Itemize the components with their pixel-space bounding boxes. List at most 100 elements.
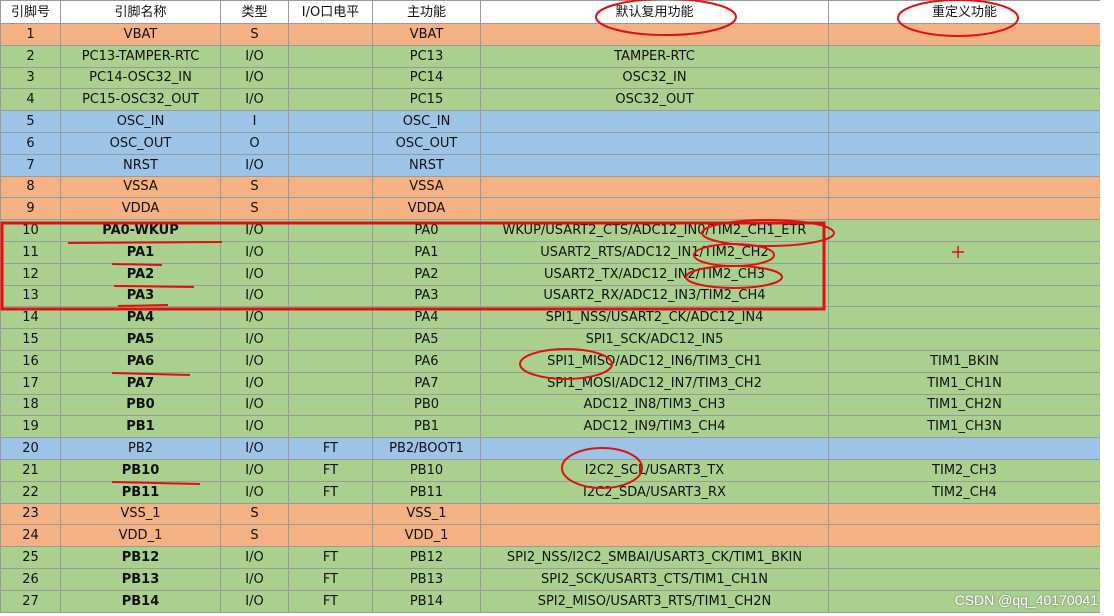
main-function-cell: PA1 bbox=[372, 240, 481, 264]
default-alt-function-cell: TAMPER-RTC bbox=[480, 44, 829, 68]
pin-type-cell: S bbox=[220, 23, 289, 46]
table-row: 7 NRST I/O NRST bbox=[0, 153, 1101, 177]
remap-function-cell bbox=[828, 328, 1101, 351]
remap-function-cell bbox=[828, 524, 1101, 548]
io-level-cell bbox=[288, 393, 373, 417]
pin-type-cell: I/O bbox=[220, 371, 289, 395]
pin-name-cell: VBAT bbox=[60, 23, 221, 46]
main-function-cell: VDD_1 bbox=[372, 524, 481, 548]
pin-name-cell: PA4 bbox=[60, 306, 221, 330]
remap-function-cell: TIM1_CH3N bbox=[828, 415, 1101, 439]
main-function-cell: PB13 bbox=[372, 567, 481, 591]
column-header: 类型 bbox=[220, 0, 289, 24]
io-level-cell: FT bbox=[288, 458, 373, 482]
pin-number-cell: 21 bbox=[0, 458, 61, 482]
pin-number-cell: 1 bbox=[0, 23, 61, 46]
pin-name-cell: PA3 bbox=[60, 284, 221, 308]
pin-name-cell: PC13-TAMPER-RTC bbox=[60, 44, 221, 68]
pin-name-cell: NRST bbox=[60, 153, 221, 177]
pin-name-cell: OSC_IN bbox=[60, 110, 221, 133]
pin-name-cell: PA5 bbox=[60, 328, 221, 351]
pin-number-cell: 23 bbox=[0, 502, 61, 526]
main-function-cell: PA4 bbox=[372, 306, 481, 330]
pin-type-cell: I/O bbox=[220, 567, 289, 591]
remap-function-cell bbox=[828, 546, 1101, 569]
io-level-cell: FT bbox=[288, 546, 373, 569]
default-alt-function-cell: SPI2_MISO/USART3_RTS/TIM1_CH2N bbox=[480, 589, 829, 613]
pin-number-cell: 6 bbox=[0, 131, 61, 155]
pin-number-cell: 18 bbox=[0, 393, 61, 417]
pin-name-cell: PB10 bbox=[60, 458, 221, 482]
pin-number-cell: 13 bbox=[0, 284, 61, 308]
table-row: 18 PB0 I/O PB0 ADC12_IN8/TIM3_CH3 TIM1_CH2N bbox=[0, 393, 1101, 417]
remap-function-cell: TIM2_CH4 bbox=[828, 480, 1101, 504]
pin-type-cell: S bbox=[220, 502, 289, 526]
pin-number-cell: 14 bbox=[0, 306, 61, 330]
pin-number-cell: 3 bbox=[0, 66, 61, 90]
table-row: 24 VDD_1 S VDD_1 bbox=[0, 524, 1101, 548]
io-level-cell bbox=[288, 328, 373, 351]
pin-name-cell: VSS_1 bbox=[60, 502, 221, 526]
pin-name-cell: PA7 bbox=[60, 371, 221, 395]
main-function-cell: PA7 bbox=[372, 371, 481, 395]
pin-type-cell: I/O bbox=[220, 66, 289, 90]
table-row: 22 PB11 I/O FT PB11 I2C2_SDA/USART3_RX TIM2_CH… bbox=[0, 480, 1101, 504]
main-function-cell: PC15 bbox=[372, 88, 481, 112]
main-function-cell: PB11 bbox=[372, 480, 481, 504]
default-alt-function-cell: I2C2_SDA/USART3_RX bbox=[480, 480, 829, 504]
io-level-cell bbox=[288, 306, 373, 330]
pin-number-cell: 11 bbox=[0, 240, 61, 264]
main-function-cell: PA5 bbox=[372, 328, 481, 351]
default-alt-function-cell: USART2_RTS/ADC12_IN1/TIM2_CH2 bbox=[480, 240, 829, 264]
table-row: 15 PA5 I/O PA5 SPI1_SCK/ADC12_IN5 bbox=[0, 328, 1101, 351]
default-alt-function-cell bbox=[480, 197, 829, 221]
pin-name-cell: VSSA bbox=[60, 175, 221, 199]
main-function-cell: PC14 bbox=[372, 66, 481, 90]
pin-type-cell: I/O bbox=[220, 219, 289, 242]
pin-number-cell: 26 bbox=[0, 567, 61, 591]
io-level-cell bbox=[288, 371, 373, 395]
remap-function-cell bbox=[828, 88, 1101, 112]
default-alt-function-cell: ADC12_IN9/TIM3_CH4 bbox=[480, 415, 829, 439]
io-level-cell bbox=[288, 131, 373, 155]
io-level-cell: FT bbox=[288, 567, 373, 591]
table-row: 6 OSC_OUT O OSC_OUT bbox=[0, 131, 1101, 155]
pin-number-cell: 22 bbox=[0, 480, 61, 504]
io-level-cell bbox=[288, 153, 373, 177]
default-alt-function-cell: OSC32_OUT bbox=[480, 88, 829, 112]
default-alt-function-cell: ADC12_IN8/TIM3_CH3 bbox=[480, 393, 829, 417]
table-row: 20 PB2 I/O FT PB2/BOOT1 bbox=[0, 437, 1101, 460]
io-level-cell bbox=[288, 110, 373, 133]
io-level-cell: FT bbox=[288, 589, 373, 613]
pin-number-cell: 17 bbox=[0, 371, 61, 395]
remap-function-cell bbox=[828, 240, 1101, 264]
pin-name-cell: OSC_OUT bbox=[60, 131, 221, 155]
remap-function-cell bbox=[828, 153, 1101, 177]
main-function-cell: PB12 bbox=[372, 546, 481, 569]
main-function-cell: PC13 bbox=[372, 44, 481, 68]
io-level-cell bbox=[288, 88, 373, 112]
remap-function-cell bbox=[828, 110, 1101, 133]
default-alt-function-cell: SPI1_MOSI/ADC12_IN7/TIM3_CH2 bbox=[480, 371, 829, 395]
pin-type-cell: I/O bbox=[220, 88, 289, 112]
default-alt-function-cell bbox=[480, 502, 829, 526]
pin-type-cell: I/O bbox=[220, 458, 289, 482]
default-alt-function-cell bbox=[480, 524, 829, 548]
pin-type-cell: S bbox=[220, 197, 289, 221]
default-alt-function-cell bbox=[480, 437, 829, 460]
pin-number-cell: 9 bbox=[0, 197, 61, 221]
pin-name-cell: VDDA bbox=[60, 197, 221, 221]
io-level-cell bbox=[288, 23, 373, 46]
remap-function-cell bbox=[828, 197, 1101, 221]
table-body: 1 VBAT S VBAT 2 PC13-TAMPER-RTC I/O PC13 TAMPER-… bbox=[0, 23, 1101, 613]
table-row: 12 PA2 I/O PA2 USART2_TX/ADC12_IN2/TIM2_CH3 bbox=[0, 262, 1101, 286]
pin-name-cell: PB13 bbox=[60, 567, 221, 591]
table-row: 16 PA6 I/O PA6 SPI1_MISO/ADC12_IN6/TIM3_CH1 T… bbox=[0, 349, 1101, 373]
pin-name-cell: PA2 bbox=[60, 262, 221, 286]
main-function-cell: PA6 bbox=[372, 349, 481, 373]
table-row: 26 PB13 I/O FT PB13 SPI2_SCK/USART3_CTS/TIM1_… bbox=[0, 567, 1101, 591]
pin-number-cell: 20 bbox=[0, 437, 61, 460]
pin-name-cell: PB0 bbox=[60, 393, 221, 417]
pin-type-cell: I/O bbox=[220, 284, 289, 308]
io-level-cell bbox=[288, 502, 373, 526]
